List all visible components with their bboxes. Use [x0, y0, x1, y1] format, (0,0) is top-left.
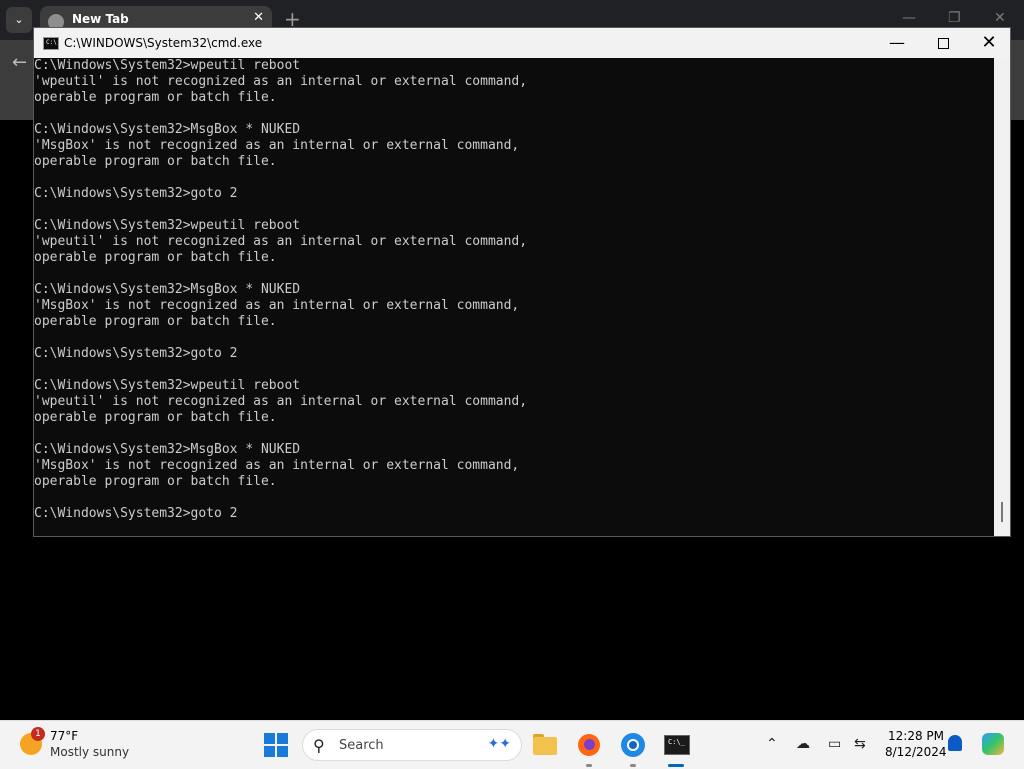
- windows-logo-pane: [277, 746, 288, 757]
- back-button[interactable]: ←: [12, 52, 27, 73]
- clock-time: 12:28 PM: [888, 729, 944, 743]
- cmd-close-button[interactable]: ✕: [966, 28, 1012, 58]
- search-icon: ⚲: [313, 736, 325, 755]
- console-output[interactable]: C:\Windows\System32>wpeutil reboot 'wpeu…: [34, 58, 994, 536]
- running-indicator: [630, 764, 636, 767]
- network-icon[interactable]: ⇆: [854, 736, 866, 752]
- cmd-window-title: C:\WINDOWS\System32\cmd.exe: [64, 36, 263, 50]
- weather-badge: 1: [31, 727, 45, 741]
- show-hidden-icons-button[interactable]: ⌃: [766, 736, 778, 752]
- cmd-scrollbar[interactable]: [994, 58, 1010, 536]
- terminal-icon-glyph: C:\_: [668, 738, 685, 746]
- scrollbar-thumb[interactable]: [1001, 502, 1003, 522]
- cmd-maximize-button[interactable]: [920, 28, 966, 58]
- display-icon[interactable]: ▭: [828, 736, 841, 752]
- running-indicator: [586, 764, 592, 767]
- copilot-icon[interactable]: [982, 733, 1004, 755]
- cmd-window[interactable]: C:\ C:\WINDOWS\System32\cmd.exe — ✕ C:\W…: [33, 27, 1011, 537]
- windows-logo-icon: [264, 733, 275, 744]
- weather-temperature: 77°F: [50, 729, 79, 743]
- chrome-button[interactable]: [619, 731, 647, 767]
- cmd-icon: C:\: [43, 37, 59, 50]
- file-explorer-button[interactable]: [531, 731, 559, 759]
- tab-search-button[interactable]: ⌄: [6, 7, 32, 33]
- browser-restore-button[interactable]: ❐: [948, 10, 961, 26]
- search-highlight-icon: ✦✦: [487, 736, 511, 752]
- clock-date: 8/12/2024: [885, 745, 947, 759]
- firefox-button[interactable]: [575, 731, 603, 767]
- cmd-taskbar-button[interactable]: C:\_: [662, 731, 690, 767]
- folder-icon-body: [533, 737, 557, 755]
- firefox-icon-globe: [584, 739, 595, 750]
- cmd-titlebar[interactable]: C:\ C:\WINDOWS\System32\cmd.exe — ✕: [34, 28, 1010, 58]
- cmd-minimize-button[interactable]: —: [874, 28, 920, 58]
- windows-logo-pane: [277, 733, 288, 744]
- notification-bell-icon[interactable]: [948, 735, 962, 751]
- browser-close-button[interactable]: ✕: [994, 10, 1006, 26]
- tab-title: New Tab: [72, 12, 129, 26]
- onedrive-icon[interactable]: ☁: [796, 736, 810, 752]
- search-placeholder: Search: [339, 738, 384, 753]
- terminal-icon: C:\_: [664, 735, 690, 755]
- taskbar-search-box[interactable]: ⚲ Search ✦✦: [302, 729, 522, 761]
- active-indicator: [668, 764, 684, 767]
- chrome-icon-core: [629, 741, 637, 749]
- tab-close-button[interactable]: ✕: [253, 10, 264, 25]
- maximize-icon: [937, 38, 949, 49]
- browser-minimize-button[interactable]: —: [902, 10, 916, 26]
- start-button[interactable]: [264, 733, 288, 757]
- weather-condition: Mostly sunny: [50, 745, 130, 759]
- windows-logo-pane: [264, 746, 275, 757]
- taskbar: 1 77°F Mostly sunny ⚲ Search ✦✦ C:\_ ⌃ ☁…: [0, 720, 1024, 769]
- cmd-icon-glyph: C:\: [46, 39, 57, 46]
